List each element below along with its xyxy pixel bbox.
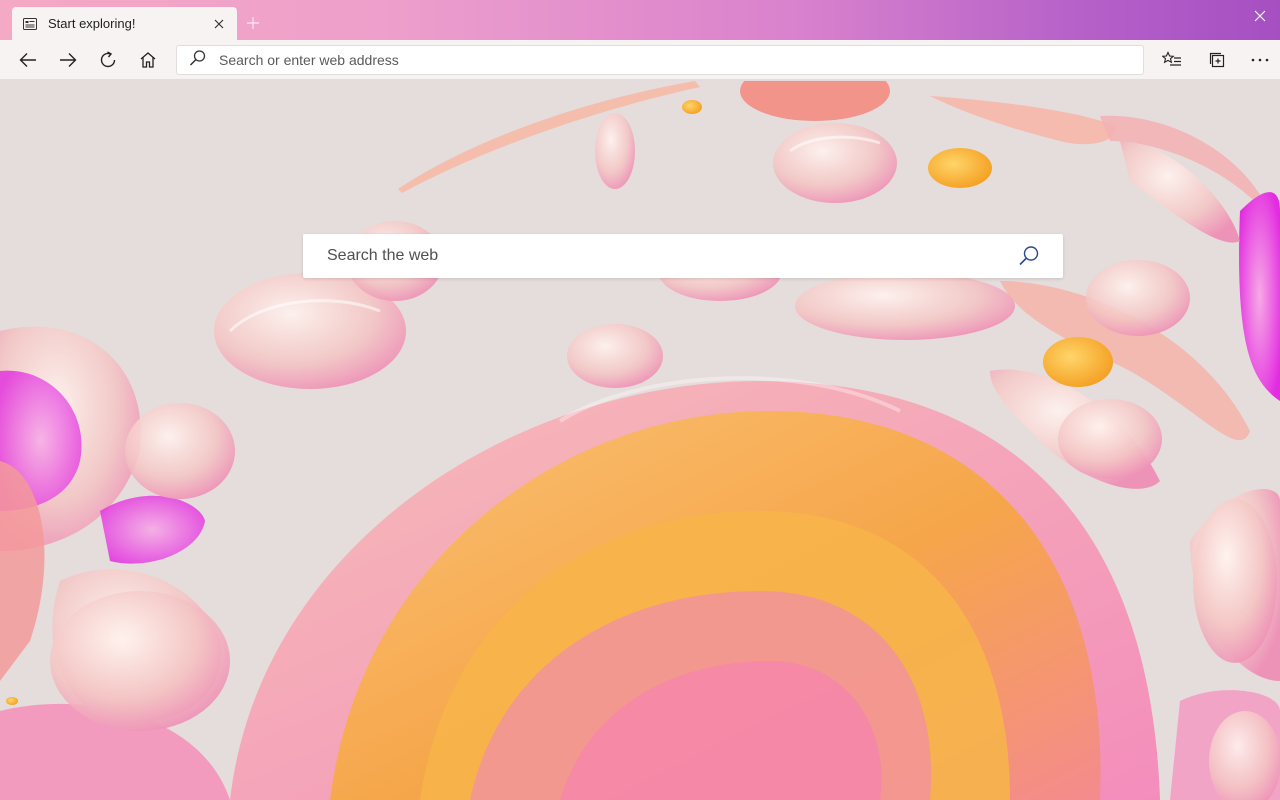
web-search-input[interactable] [327, 247, 1017, 265]
search-icon [189, 49, 207, 72]
new-tab-page-icon [22, 16, 38, 32]
more-icon[interactable] [1246, 46, 1274, 74]
address-input[interactable] [219, 52, 1099, 68]
search-icon[interactable] [1017, 244, 1041, 268]
plus-icon[interactable] [243, 13, 263, 33]
arrow-right-icon[interactable] [54, 46, 82, 74]
tab-start-exploring[interactable]: Start exploring! [12, 7, 237, 40]
background-artwork [0, 81, 1280, 800]
web-search-box[interactable] [303, 234, 1063, 278]
tab-title: Start exploring! [48, 16, 136, 31]
tab-close-icon[interactable] [211, 16, 227, 32]
home-icon[interactable] [134, 46, 162, 74]
refresh-icon[interactable] [94, 46, 122, 74]
arrow-left-icon[interactable] [14, 46, 42, 74]
title-bar: Start exploring! [0, 0, 1280, 40]
favorites-list-icon[interactable] [1158, 46, 1186, 74]
collections-icon[interactable] [1203, 46, 1231, 74]
browser-toolbar [0, 40, 1280, 80]
window-close-icon[interactable] [1250, 6, 1270, 26]
address-bar[interactable] [176, 45, 1144, 75]
new-tab-page [0, 81, 1280, 800]
